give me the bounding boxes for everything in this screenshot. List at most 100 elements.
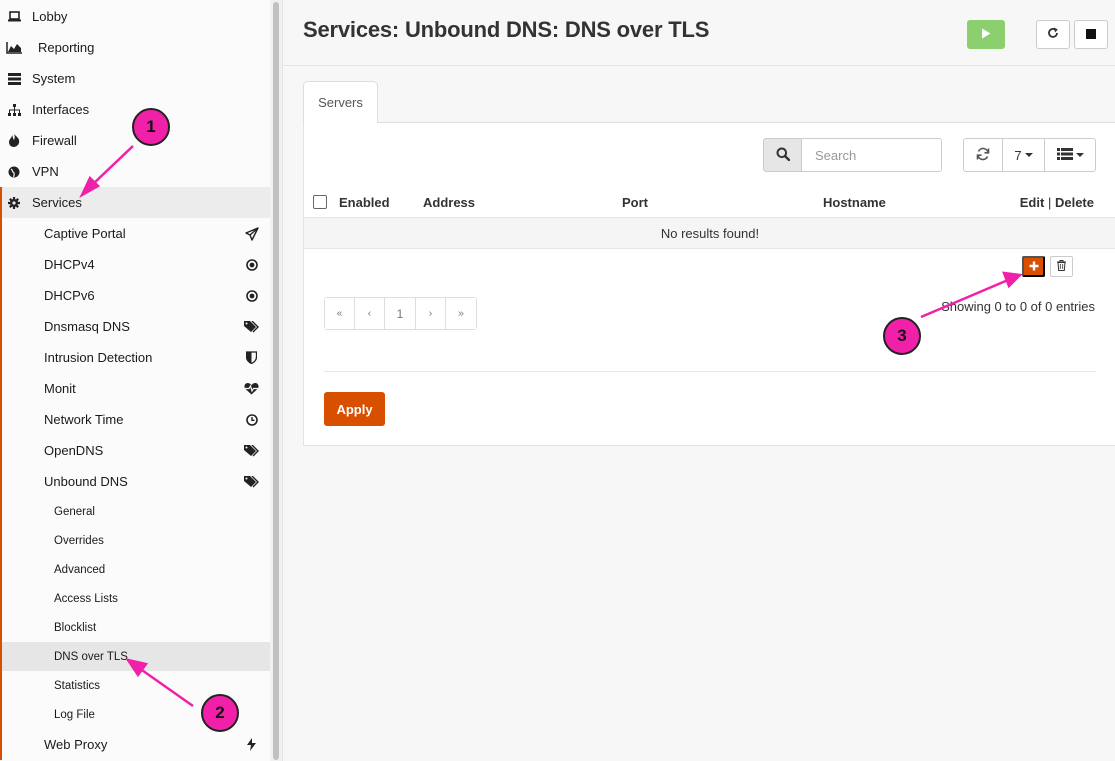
- sidebar-item-opendns[interactable]: OpenDNS: [0, 435, 270, 466]
- entries-info: Showing 0 to 0 of 0 entries: [941, 299, 1095, 314]
- refresh-icon: [976, 147, 990, 164]
- annotation-badge-2: 2: [201, 694, 239, 732]
- sidebar-item-lobby[interactable]: Lobby: [0, 1, 270, 32]
- sidebar-item-system[interactable]: System: [0, 63, 270, 94]
- sidebar-item-label: DHCPv6: [44, 288, 95, 303]
- sidebar-item-captive-portal[interactable]: Captive Portal: [0, 218, 270, 249]
- page-header: Services: Unbound DNS: DNS over TLS: [283, 0, 1115, 66]
- sidebar-item-monit[interactable]: Monit: [0, 373, 270, 404]
- sidebar-item-label: Captive Portal: [44, 226, 126, 241]
- search-button[interactable]: [763, 138, 802, 172]
- sidebar-item-label: Blocklist: [54, 621, 97, 634]
- sidebar-item-dhcpv4[interactable]: DHCPv4: [0, 249, 270, 280]
- list-icon: [1056, 147, 1073, 163]
- annotation-badge-1: 1: [132, 108, 170, 146]
- main-content: Services: Unbound DNS: DNS over TLS Serv…: [283, 0, 1115, 761]
- sidebar-item-access-lists[interactable]: Access Lists: [0, 584, 270, 613]
- tags-icon: [244, 443, 259, 458]
- paper-plane-icon: [244, 226, 259, 241]
- sidebar-item-dnsmasq-dns[interactable]: Dnsmasq DNS: [0, 311, 270, 342]
- sidebar-item-label: Web Proxy: [44, 737, 108, 752]
- delete-selected-button[interactable]: [1050, 256, 1073, 277]
- page-title: Services: Unbound DNS: DNS over TLS: [303, 17, 710, 42]
- refresh-grid-button[interactable]: [963, 138, 1003, 172]
- bullseye-icon: [244, 257, 259, 272]
- select-all-checkbox[interactable]: [313, 195, 327, 209]
- sidebar-item-reporting[interactable]: Reporting: [0, 32, 270, 63]
- search-input[interactable]: [801, 138, 942, 172]
- annotation-badge-3: 3: [883, 317, 921, 355]
- next-page-button[interactable]: ›: [416, 298, 446, 329]
- sidebar-item-label: Reporting: [38, 40, 95, 55]
- gear-icon: [6, 196, 22, 209]
- page-1-button[interactable]: 1: [385, 298, 416, 329]
- sidebar-item-label: Interfaces: [32, 102, 90, 117]
- sidebar-item-web-proxy[interactable]: Web Proxy: [0, 729, 270, 760]
- rows-per-page-value: 7: [1014, 147, 1022, 163]
- sidebar-item-label: DHCPv4: [44, 257, 95, 272]
- area-chart-icon: [6, 41, 22, 54]
- add-button[interactable]: [1022, 256, 1045, 277]
- column-header-enabled[interactable]: Enabled: [339, 195, 390, 210]
- sidebar-item-label: Statistics: [54, 679, 101, 692]
- sidebar-item-overrides[interactable]: Overrides: [0, 526, 270, 555]
- sidebar-item-advanced[interactable]: Advanced: [0, 555, 270, 584]
- servers-panel: 7 Enabled Address Port Hostname Edit | D…: [303, 123, 1115, 446]
- previous-page-button[interactable]: ‹: [355, 298, 385, 329]
- heartbeat-icon: [244, 381, 259, 396]
- sidebar-item-label: DNS over TLS: [54, 650, 128, 663]
- plus-icon: [1029, 259, 1039, 274]
- stop-service-button[interactable]: [1074, 20, 1108, 49]
- apply-button[interactable]: Apply: [324, 392, 385, 426]
- sidebar-item-label: VPN: [32, 164, 59, 179]
- column-header-commands: Edit | Delete: [1020, 195, 1094, 210]
- sidebar: Lobby Reporting System Interfaces Firewa…: [0, 0, 270, 761]
- column-header-port[interactable]: Port: [622, 195, 648, 210]
- pagination: « ‹ 1 › »: [324, 297, 477, 330]
- divider: [324, 371, 1096, 372]
- search-icon: [776, 147, 790, 164]
- sidebar-item-label: OpenDNS: [44, 443, 104, 458]
- sidebar-item-label: General: [54, 505, 95, 518]
- sidebar-item-label: System: [32, 71, 76, 86]
- restart-service-button[interactable]: [1036, 20, 1070, 49]
- sitemap-icon: [6, 103, 22, 116]
- first-page-button[interactable]: «: [325, 298, 355, 329]
- sidebar-item-label: Intrusion Detection: [44, 350, 153, 365]
- stop-icon: [1086, 27, 1096, 42]
- start-service-button[interactable]: [967, 20, 1005, 49]
- tab-servers[interactable]: Servers: [303, 81, 378, 123]
- tags-icon: [244, 474, 259, 489]
- column-selection-dropdown[interactable]: [1044, 138, 1096, 172]
- table-header: Enabled Address Port Hostname Edit | Del…: [304, 187, 1115, 218]
- server-icon: [6, 72, 22, 85]
- tags-icon: [244, 319, 259, 334]
- column-header-hostname[interactable]: Hostname: [823, 195, 886, 210]
- caret-down-icon: [1075, 153, 1084, 157]
- bolt-icon: [244, 737, 259, 752]
- sidebar-item-services[interactable]: Services: [0, 187, 270, 218]
- column-header-address[interactable]: Address: [423, 195, 475, 210]
- last-page-button[interactable]: »: [446, 298, 476, 329]
- sidebar-item-label: Monit: [44, 381, 76, 396]
- sidebar-item-label: Log File: [54, 708, 95, 721]
- sidebar-item-blocklist[interactable]: Blocklist: [0, 613, 270, 642]
- sidebar-item-dhcpv6[interactable]: DHCPv6: [0, 280, 270, 311]
- shield-icon: [244, 350, 259, 365]
- sidebar-item-label: Unbound DNS: [44, 474, 128, 489]
- refresh-icon: [1047, 27, 1059, 42]
- laptop-icon: [6, 11, 22, 22]
- sidebar-item-vpn[interactable]: VPN: [0, 156, 270, 187]
- sidebar-item-dns-over-tls[interactable]: DNS over TLS: [0, 642, 270, 671]
- rows-per-page-dropdown[interactable]: 7: [1002, 138, 1045, 172]
- empty-table-message: No results found!: [304, 218, 1115, 249]
- edit-label: Edit: [1019, 195, 1045, 210]
- clock-icon: [244, 412, 259, 427]
- sidebar-item-general[interactable]: General: [0, 497, 270, 526]
- sidebar-item-label: Network Time: [44, 412, 124, 427]
- sidebar-item-unbound-dns[interactable]: Unbound DNS: [0, 466, 270, 497]
- sidebar-item-intrusion-detection[interactable]: Intrusion Detection: [0, 342, 270, 373]
- sidebar-scrollbar-thumb[interactable]: [273, 2, 279, 760]
- sidebar-item-network-time[interactable]: Network Time: [0, 404, 270, 435]
- play-icon: [981, 27, 991, 42]
